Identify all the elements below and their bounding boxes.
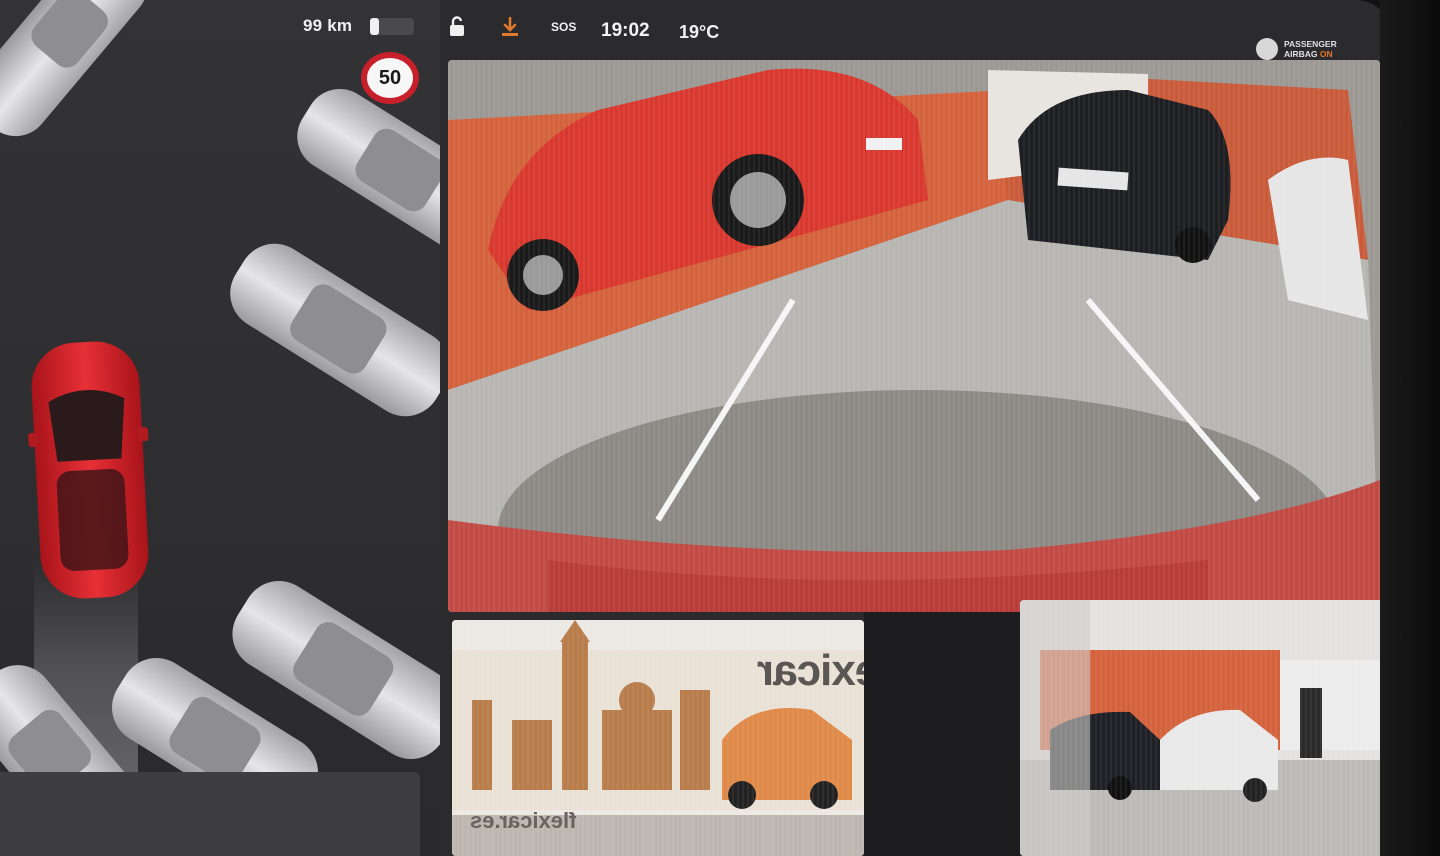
download-icon[interactable] (500, 16, 520, 38)
rear-camera-view[interactable] (448, 60, 1380, 612)
unlocked-lock-icon[interactable] (446, 16, 468, 38)
touchscreen: 99 km SOS 19:02 19°C 50 PASSENGER AIRBAG… (0, 0, 1392, 856)
clock: 19:02 (601, 20, 650, 41)
range-readout: 99 km (303, 16, 353, 35)
airbag-icon (1256, 38, 1278, 60)
right-repeater-camera-view[interactable] (1020, 600, 1392, 856)
bottom-app-dock[interactable] (0, 772, 420, 856)
parked-car-3 (230, 243, 440, 417)
visualization-canvas (0, 0, 440, 846)
airbag-line2: AIRBAG (1284, 49, 1318, 59)
ego-car (28, 341, 149, 599)
right-camera-scene (1020, 600, 1392, 856)
camera-divider (864, 612, 1020, 856)
parked-black-car (1018, 90, 1231, 263)
airbag-state: ON (1319, 49, 1333, 59)
speed-limit-sign: 50 (361, 52, 419, 104)
airbag-line1: PASSENGER (1284, 39, 1337, 49)
rear-camera-scene (448, 60, 1380, 612)
flexicar-url-text: flexicar.es (470, 808, 577, 833)
parked-car-2 (297, 88, 440, 252)
parked-car-1 (0, 0, 148, 137)
battery-fill (370, 18, 379, 35)
sos-icon[interactable]: SOS (551, 20, 576, 34)
parking-visualization (0, 0, 440, 856)
battery-indicator (370, 18, 414, 35)
screen-bezel (1380, 0, 1440, 856)
passenger-airbag-status: PASSENGER AIRBAG ON (1256, 38, 1337, 60)
outside-temperature: 19°C (679, 22, 720, 42)
